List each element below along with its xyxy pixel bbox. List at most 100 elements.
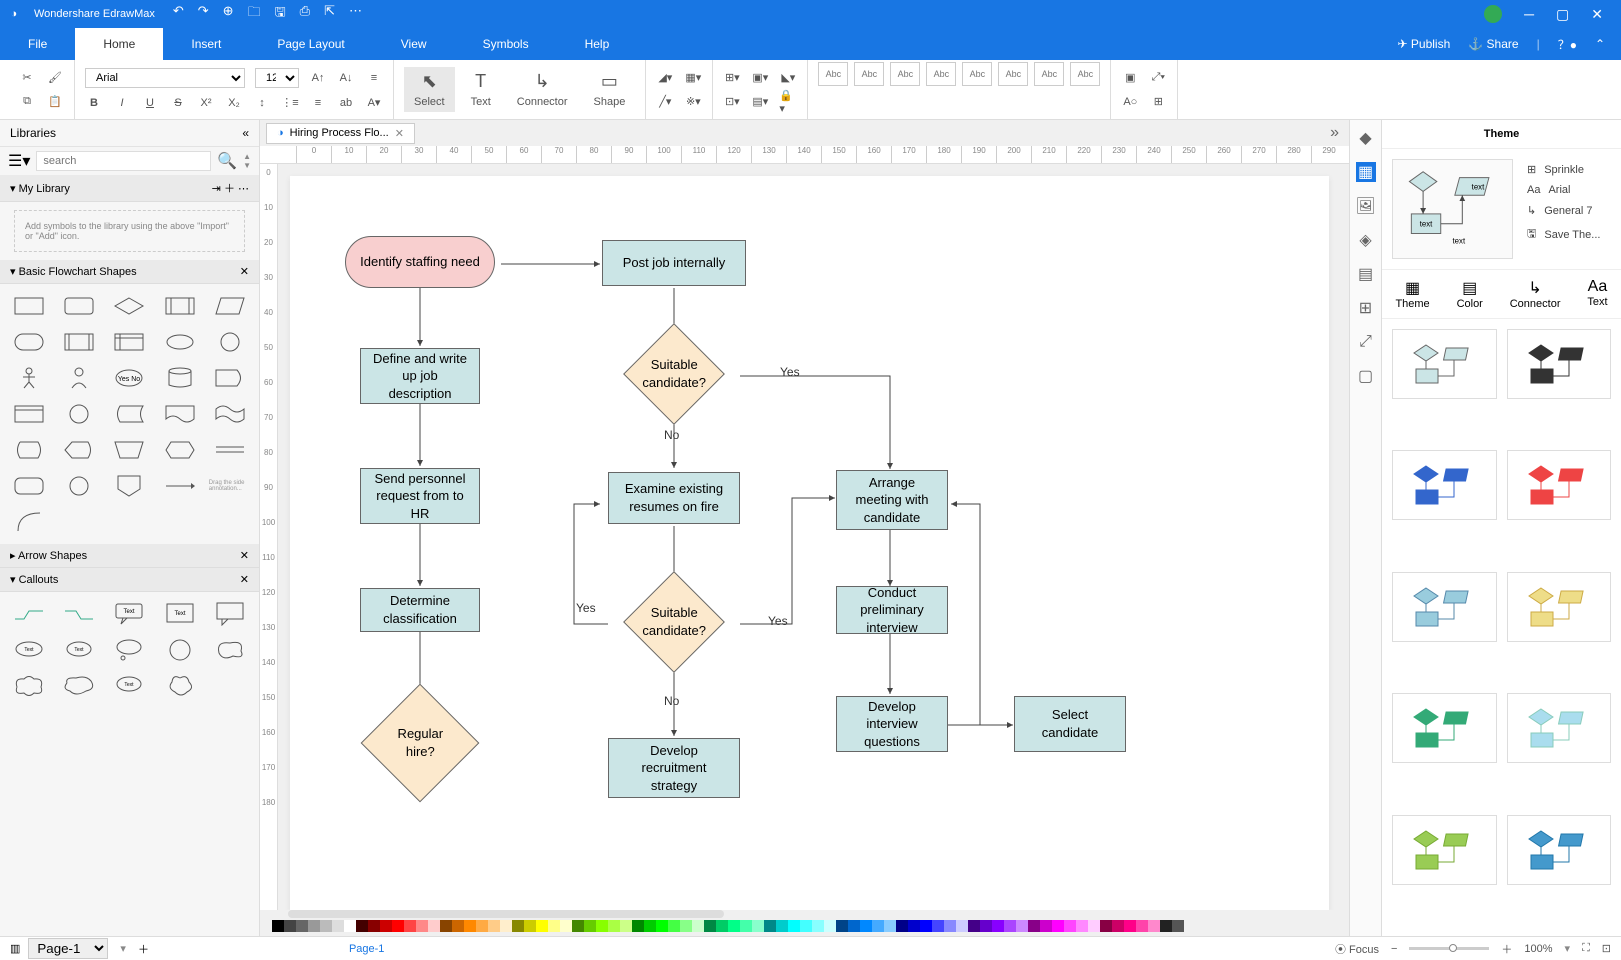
- color-swatch[interactable]: [368, 920, 380, 932]
- color-swatch[interactable]: [872, 920, 884, 932]
- color-swatch[interactable]: [1136, 920, 1148, 932]
- color-swatch[interactable]: [668, 920, 680, 932]
- import-icon[interactable]: ⇥: [212, 183, 221, 195]
- collapse-icon[interactable]: «: [242, 126, 249, 140]
- basic-flowchart-label[interactable]: Basic Flowchart Shapes: [19, 266, 137, 278]
- shape-tool[interactable]: ▭Shape: [584, 67, 636, 112]
- node-develop-q[interactable]: Develop interview questions: [836, 696, 948, 752]
- tab-connector[interactable]: ↳Connector: [1510, 278, 1561, 310]
- offpage-shape[interactable]: [108, 472, 150, 500]
- numbering-icon[interactable]: ≡: [309, 94, 327, 112]
- bold-icon[interactable]: B: [85, 94, 103, 112]
- style-preset[interactable]: Abc: [998, 62, 1028, 86]
- color-swatch[interactable]: [1064, 920, 1076, 932]
- my-library-label[interactable]: My Library: [19, 183, 70, 195]
- stored-shape[interactable]: [108, 400, 150, 428]
- overflow-icon[interactable]: ⋯: [349, 3, 362, 25]
- color-swatch[interactable]: [392, 920, 404, 932]
- annot-shape[interactable]: Drag the side annotation...: [209, 472, 251, 500]
- decision-shape[interactable]: [108, 292, 150, 320]
- color-swatch[interactable]: [896, 920, 908, 932]
- color-swatch[interactable]: [380, 920, 392, 932]
- more-icon[interactable]: ⋯: [238, 183, 249, 195]
- color-swatch[interactable]: [812, 920, 824, 932]
- font-size-select[interactable]: 12: [255, 68, 299, 88]
- export-icon[interactable]: ⇱: [324, 3, 335, 25]
- manual-shape[interactable]: [108, 436, 150, 464]
- color-swatch[interactable]: [788, 920, 800, 932]
- database-shape[interactable]: [159, 364, 201, 392]
- style-preset[interactable]: Abc: [962, 62, 992, 86]
- zoom-out-icon[interactable]: −: [1391, 943, 1397, 955]
- theme-thumbnail[interactable]: [1507, 329, 1612, 399]
- theme-thumbnail[interactable]: [1507, 693, 1612, 763]
- arrow-shapes-label[interactable]: Arrow Shapes: [18, 550, 87, 562]
- callout-shape[interactable]: [159, 636, 201, 664]
- rounded-shape[interactable]: [8, 472, 50, 500]
- prep-shape[interactable]: [159, 436, 201, 464]
- prop-sprinkle[interactable]: ⊞Sprinkle: [1521, 159, 1611, 180]
- node-conduct[interactable]: Conduct preliminary interview: [836, 586, 948, 634]
- color-swatch[interactable]: [620, 920, 632, 932]
- arc-shape[interactable]: [8, 508, 50, 536]
- prop-connector[interactable]: ↳General 7: [1521, 200, 1611, 221]
- undo-icon[interactable]: ↶: [173, 3, 184, 25]
- layout-panel-icon[interactable]: ⊞: [1356, 298, 1376, 318]
- table-panel-icon[interactable]: ▤: [1356, 264, 1376, 284]
- theme-thumbnail[interactable]: [1507, 815, 1612, 885]
- callout-shape[interactable]: [209, 636, 251, 664]
- menu-home[interactable]: Home: [75, 28, 163, 60]
- color-swatch[interactable]: [980, 920, 992, 932]
- italic-icon[interactable]: I: [113, 94, 131, 112]
- color-wiz-icon[interactable]: A○: [1121, 93, 1139, 111]
- maximize-icon[interactable]: ▢: [1556, 6, 1569, 23]
- save-icon[interactable]: 🖫: [275, 3, 286, 25]
- color-swatch[interactable]: [1124, 920, 1136, 932]
- close-icon[interactable]: ✕: [1591, 6, 1603, 23]
- chart-icon[interactable]: ▣: [1121, 69, 1139, 87]
- node-determine[interactable]: Determine classification: [360, 588, 480, 632]
- format-painter-icon[interactable]: 🖌: [46, 69, 64, 87]
- color-swatch[interactable]: [608, 920, 620, 932]
- underline-icon[interactable]: U: [141, 94, 159, 112]
- color-swatch[interactable]: [704, 920, 716, 932]
- tape-shape[interactable]: [209, 400, 251, 428]
- expand-canvas-icon[interactable]: »: [1330, 124, 1349, 142]
- group-icon[interactable]: ⊡▾: [723, 93, 741, 111]
- node-send[interactable]: Send personnel request from to HR: [360, 468, 480, 524]
- color-swatch[interactable]: [1172, 920, 1184, 932]
- color-swatch[interactable]: [632, 920, 644, 932]
- color-swatch[interactable]: [776, 920, 788, 932]
- color-swatch[interactable]: [1004, 920, 1016, 932]
- shadow-icon[interactable]: ▦▾: [684, 69, 702, 87]
- color-swatch[interactable]: [1076, 920, 1088, 932]
- color-swatch[interactable]: [1040, 920, 1052, 932]
- color-palette[interactable]: [260, 920, 1349, 936]
- close-section-icon[interactable]: ✕: [240, 573, 249, 586]
- circle-shape[interactable]: [209, 328, 251, 356]
- predef-shape[interactable]: [58, 328, 100, 356]
- search-icon[interactable]: 🔍: [217, 151, 237, 171]
- color-swatch[interactable]: [824, 920, 836, 932]
- style-preset[interactable]: Abc: [1070, 62, 1100, 86]
- color-swatch[interactable]: [500, 920, 512, 932]
- layer-icon[interactable]: ▤▾: [751, 93, 769, 111]
- color-swatch[interactable]: [428, 920, 440, 932]
- color-swatch[interactable]: [956, 920, 968, 932]
- round-rect-shape[interactable]: [58, 292, 100, 320]
- text-tool[interactable]: TText: [461, 67, 501, 112]
- tab-color[interactable]: ▤Color: [1457, 278, 1483, 310]
- color-swatch[interactable]: [536, 920, 548, 932]
- theme-thumbnail[interactable]: [1392, 329, 1497, 399]
- fill-icon[interactable]: ◢▾: [656, 69, 674, 87]
- node-post[interactable]: Post job internally: [602, 240, 746, 286]
- color-swatch[interactable]: [464, 920, 476, 932]
- color-swatch[interactable]: [716, 920, 728, 932]
- actor-shape[interactable]: [8, 364, 50, 392]
- print-icon[interactable]: ⎙: [300, 3, 310, 25]
- color-swatch[interactable]: [1052, 920, 1064, 932]
- color-swatch[interactable]: [344, 920, 356, 932]
- radius-icon[interactable]: ※▾: [684, 93, 702, 111]
- theme-thumbnail[interactable]: [1392, 572, 1497, 642]
- color-swatch[interactable]: [836, 920, 848, 932]
